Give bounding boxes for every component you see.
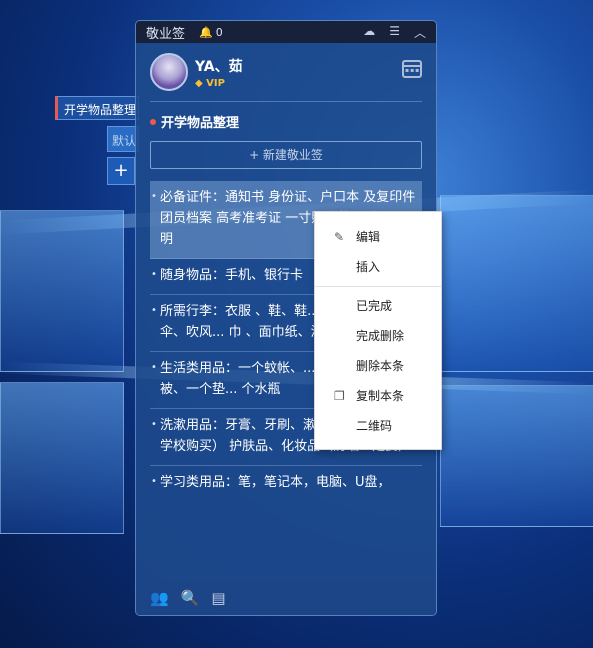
notes-icon[interactable]: ▤	[211, 589, 225, 607]
bell-icon[interactable]: 🔔	[199, 26, 213, 39]
tab-kaixue[interactable]: 开学物品整理	[55, 96, 139, 120]
menu-item-complete-delete[interactable]: 完成删除	[315, 321, 441, 351]
edit-icon: ✎	[334, 230, 345, 244]
profile-header: YA、茹 ◆ VIP	[136, 43, 436, 101]
user-name: YA、茹	[195, 58, 243, 75]
menu-separator	[315, 286, 441, 287]
wallpaper-pane	[0, 210, 124, 372]
avatar[interactable]	[150, 53, 188, 91]
wallpaper-pane	[440, 195, 593, 372]
new-note-button[interactable]: + 新建敬业签	[150, 141, 422, 169]
calendar-icon[interactable]	[402, 60, 422, 78]
notification-count: 0	[215, 25, 223, 39]
menu-item-edit[interactable]: ✎ 编辑	[315, 222, 441, 252]
menu-item-qrcode[interactable]: 二维码	[315, 411, 441, 441]
title-bar: 敬业签 🔔 0 ☁ ☰ ︿	[136, 21, 436, 43]
contacts-icon[interactable]: 👥	[150, 589, 169, 607]
cloud-sync-icon[interactable]: ☁	[363, 24, 375, 41]
vip-badge: ◆ VIP	[195, 77, 225, 89]
menu-icon[interactable]: ☰	[389, 24, 400, 41]
status-dot-icon	[150, 118, 156, 125]
list-title: 开学物品整理	[136, 102, 436, 137]
menu-item-delete[interactable]: 删除本条	[315, 351, 441, 381]
add-tab-button[interactable]: +	[107, 157, 135, 185]
wallpaper-pane	[440, 385, 593, 527]
copy-icon: ❐	[334, 389, 345, 403]
menu-item-copy[interactable]: ❐ 复制本条	[315, 381, 441, 411]
menu-item-complete[interactable]: 已完成	[315, 291, 441, 321]
bottom-toolbar: 👥 🔍 ▤	[136, 581, 436, 615]
app-title: 敬业签	[146, 26, 186, 42]
context-menu: ✎ 编辑 插入 已完成 完成删除 删除本条 ❐ 复制本条 二维码	[314, 211, 442, 450]
search-icon[interactable]: 🔍	[181, 589, 200, 607]
list-item[interactable]: 学习类用品：笔，笔记本，电脑、U盘，	[150, 466, 422, 501]
wallpaper-pane	[0, 382, 124, 534]
collapse-icon[interactable]: ︿	[414, 24, 426, 41]
menu-item-insert[interactable]: 插入	[315, 252, 441, 282]
